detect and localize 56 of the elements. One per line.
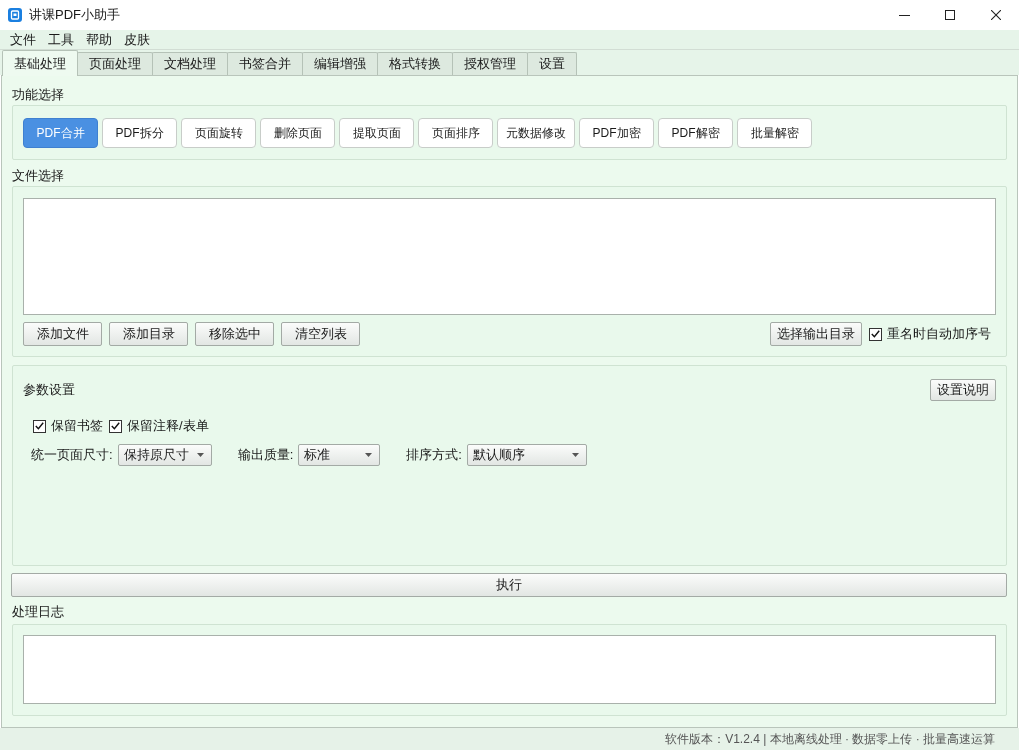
app-icon bbox=[8, 8, 22, 22]
checkbox[interactable] bbox=[869, 327, 882, 341]
function-button[interactable]: 页面排序 bbox=[418, 118, 493, 148]
check-icon bbox=[871, 330, 880, 338]
checkbox-label: 保留注释/表单 bbox=[127, 417, 209, 435]
menu-item[interactable]: 工具 bbox=[42, 30, 80, 49]
section-label: 参数设置 bbox=[23, 381, 75, 399]
function-button[interactable]: PDF解密 bbox=[658, 118, 733, 148]
window-title: 讲课PDF小助手 bbox=[29, 6, 120, 24]
tab[interactable]: 授权管理 bbox=[452, 52, 528, 75]
help-button[interactable]: 设置说明 bbox=[930, 379, 996, 401]
checkbox[interactable] bbox=[109, 419, 122, 433]
checkbox[interactable] bbox=[33, 419, 46, 433]
dropdown[interactable]: 默认顺序 bbox=[466, 444, 587, 466]
function-button[interactable]: 页面旋转 bbox=[181, 118, 256, 148]
tab[interactable]: 编辑增强 bbox=[302, 52, 378, 75]
section-label: 功能选择 bbox=[12, 86, 65, 104]
menu-item[interactable]: 皮肤 bbox=[118, 30, 156, 49]
function-button[interactable]: PDF拆分 bbox=[102, 118, 177, 148]
output-folder-button[interactable]: 选择输出目录 bbox=[770, 322, 862, 346]
tab[interactable]: 设置 bbox=[527, 52, 577, 75]
function-button[interactable]: PDF加密 bbox=[579, 118, 654, 148]
close-icon bbox=[991, 10, 1001, 20]
section-label: 文件选择 bbox=[12, 167, 65, 185]
maximize-icon bbox=[945, 10, 955, 20]
tab[interactable]: 页面处理 bbox=[77, 52, 153, 75]
check-icon bbox=[35, 422, 44, 430]
tab[interactable]: 基础处理 bbox=[2, 50, 78, 76]
caret-icon bbox=[571, 453, 579, 457]
checkbox-label: 保留书签 bbox=[51, 417, 103, 435]
field-label: 输出质量: bbox=[237, 446, 294, 464]
status-text: 软件版本：V1.2.4 | 本地离线处理 · 数据零上传 · 批量高速运算 bbox=[665, 730, 995, 748]
check-icon bbox=[111, 422, 120, 430]
tab[interactable]: 格式转换 bbox=[377, 52, 453, 75]
menu-item[interactable]: 帮助 bbox=[80, 30, 118, 49]
field-label: 排序方式: bbox=[406, 446, 462, 464]
file-action-button[interactable]: 添加目录 bbox=[109, 322, 188, 346]
function-button[interactable]: 删除页面 bbox=[260, 118, 335, 148]
dropdown[interactable]: 保持原尺寸 bbox=[117, 444, 212, 466]
menu-item[interactable]: 文件 bbox=[4, 30, 42, 49]
minimize-icon bbox=[898, 14, 910, 16]
caret-icon bbox=[196, 453, 204, 457]
function-button[interactable]: 元数据修改 bbox=[497, 118, 575, 148]
tab[interactable]: 书签合并 bbox=[227, 52, 303, 75]
file-action-button[interactable]: 清空列表 bbox=[281, 322, 360, 346]
checkbox-label: 重名时自动加序号 bbox=[887, 325, 991, 343]
function-button[interactable]: 批量解密 bbox=[737, 118, 812, 148]
file-action-button[interactable]: 添加文件 bbox=[23, 322, 102, 346]
function-button[interactable]: 提取页面 bbox=[339, 118, 414, 148]
file-action-button[interactable]: 移除选中 bbox=[195, 322, 274, 346]
execute-button[interactable]: 执行 bbox=[11, 573, 1007, 597]
caret-icon bbox=[365, 453, 373, 457]
field-label: 统一页面尺寸: bbox=[31, 446, 113, 464]
section-label: 处理日志 bbox=[12, 603, 65, 621]
tab[interactable]: 文档处理 bbox=[152, 52, 228, 75]
dropdown[interactable]: 标准 bbox=[298, 444, 381, 466]
